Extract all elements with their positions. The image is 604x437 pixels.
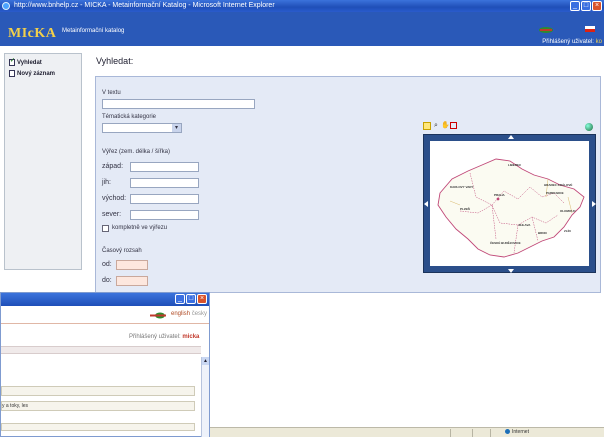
popup-close-button[interactable]: ×	[197, 294, 207, 304]
map-label: BRNO	[538, 231, 547, 235]
map-frame: LIBEREC KARLOVY VARY PRAHA HRADEC KRÁLOV…	[423, 134, 596, 273]
window-titlebar: http://www.bnhelp.cz - MICKA - Metainfor…	[0, 0, 604, 12]
zoom-in-icon[interactable]: ⌕	[432, 122, 440, 130]
east-input[interactable]	[130, 194, 199, 204]
popup-band	[1, 346, 201, 354]
page-title: Vyhledat:	[96, 56, 134, 66]
popup-field[interactable]	[1, 423, 195, 431]
app-logo[interactable]: MIcKA	[8, 26, 56, 42]
map-label: PARDUBICE	[546, 191, 564, 195]
maximize-button[interactable]: □	[581, 1, 591, 11]
popup-titlebar: _ □ ×	[1, 293, 209, 306]
lang-english-link[interactable]: english	[171, 311, 190, 317]
new-document-icon	[9, 70, 15, 77]
search-check-icon	[9, 57, 15, 66]
lang-czech-link[interactable]: česky	[192, 311, 207, 317]
east-label: východ:	[102, 195, 127, 202]
ie-icon	[2, 2, 10, 10]
popup-field[interactable]	[1, 386, 195, 396]
browser-window: http://www.bnhelp.cz - MICKA - Metainfor…	[0, 0, 604, 437]
popup-user-label: Přihlášený uživatel:	[129, 334, 181, 340]
south-input[interactable]	[130, 178, 199, 188]
czech-map	[437, 158, 585, 258]
language-flag-icon[interactable]	[585, 26, 595, 32]
map-label: LIBEREC	[508, 163, 522, 167]
sidebar-item-search[interactable]: Vyhledat	[9, 57, 42, 66]
north-label: sever:	[102, 211, 122, 218]
zoom-rect-icon[interactable]	[423, 122, 431, 130]
category-label: Tématická kategorie	[102, 114, 157, 120]
popup-snippet: y a toky, les	[2, 403, 29, 409]
map-label: PRAHA	[494, 193, 505, 197]
status-zone: Internet	[505, 429, 529, 435]
window-controls: _ □ ×	[570, 1, 602, 11]
language-switch: english česky	[171, 311, 207, 317]
pan-south-icon[interactable]	[508, 269, 514, 273]
status-separator	[490, 429, 491, 437]
sidebar: Vyhledat Nový záznam	[4, 53, 82, 270]
sidebar-item-new-record[interactable]: Nový záznam	[9, 70, 55, 77]
north-input[interactable]	[130, 210, 199, 220]
from-date-input[interactable]	[116, 260, 148, 270]
west-label: západ:	[102, 163, 124, 170]
map-label: ZLÍN	[564, 229, 571, 233]
complete-checkbox[interactable]	[102, 225, 109, 232]
status-bar	[210, 427, 604, 437]
pan-east-icon[interactable]	[592, 201, 596, 207]
map-toolbar: ⌕ ✋	[423, 122, 457, 130]
pan-north-icon[interactable]	[508, 135, 514, 139]
popup-maximize-button[interactable]: □	[186, 294, 196, 304]
sidebar-item-label: Nový záznam	[17, 70, 56, 77]
category-select[interactable]: ▾	[102, 123, 182, 133]
pan-west-icon[interactable]	[424, 201, 428, 207]
app-subtitle: Metainformační katalog	[62, 28, 125, 34]
globe-icon[interactable]	[585, 123, 593, 131]
pan-hand-icon[interactable]: ✋	[441, 122, 450, 130]
close-button[interactable]: ×	[592, 1, 602, 11]
app-header: MIcKA Metainformační katalog Přihlášený …	[0, 12, 604, 46]
sidebar-item-label: Vyhledat	[17, 59, 42, 66]
text-label: V textu	[102, 90, 121, 96]
status-separator	[450, 429, 451, 437]
popup-field[interactable]	[1, 401, 195, 411]
chevron-down-icon: ▾	[172, 124, 181, 132]
map-label: JIHLAVA	[518, 223, 531, 227]
map-label: KARLOVY VARY	[450, 185, 474, 189]
header-user-value: ko	[595, 39, 602, 45]
text-input[interactable]	[102, 99, 255, 109]
popup-scrollbar[interactable]: ▲	[201, 357, 209, 437]
map-label: OLOMOUC	[560, 209, 576, 213]
to-date-input[interactable]	[116, 276, 148, 286]
popup-user-value: micka	[182, 334, 200, 340]
stop-icon[interactable]	[450, 122, 457, 129]
map-viewport[interactable]: LIBEREC KARLOVY VARY PRAHA HRADEC KRÁLOV…	[430, 141, 589, 266]
map-label: HRADEC KRÁLOVÉ	[544, 183, 573, 187]
from-label: od:	[102, 261, 112, 268]
window-title: http://www.bnhelp.cz - MICKA - Metainfor…	[14, 2, 275, 9]
popup-user: Přihlášený uživatel: micka	[129, 334, 199, 340]
complete-label: kompletně ve výřezu	[112, 225, 168, 231]
popup-minimize-button[interactable]: _	[175, 294, 185, 304]
west-input[interactable]	[130, 162, 199, 172]
south-label: jih:	[102, 179, 111, 186]
popup-controls: _ □ ×	[175, 294, 207, 304]
partner-logo-icon[interactable]	[149, 312, 167, 319]
scroll-up-icon[interactable]: ▲	[202, 357, 209, 365]
map-label: PLZEŇ	[460, 207, 470, 211]
divider	[1, 323, 209, 324]
status-separator	[472, 429, 473, 437]
map-label: ČESKÉ BUDĚJOVICE	[490, 241, 521, 245]
extent-label: Výřez (zem. délka / šířka)	[102, 149, 171, 155]
time-label: Časový rozsah	[102, 248, 142, 254]
partner-logo-icon[interactable]	[538, 26, 554, 34]
popup-window: _ □ × english česky Přihlášený uživatel:…	[0, 292, 210, 437]
status-zone-label: Internet	[512, 429, 529, 435]
to-label: do:	[102, 277, 112, 284]
header-user-label: Přihlášený uživatel:	[542, 39, 594, 45]
internet-zone-icon	[505, 429, 510, 435]
minimize-button[interactable]: _	[570, 1, 580, 11]
header-user: Přihlášený uživatel: ko	[542, 39, 602, 45]
